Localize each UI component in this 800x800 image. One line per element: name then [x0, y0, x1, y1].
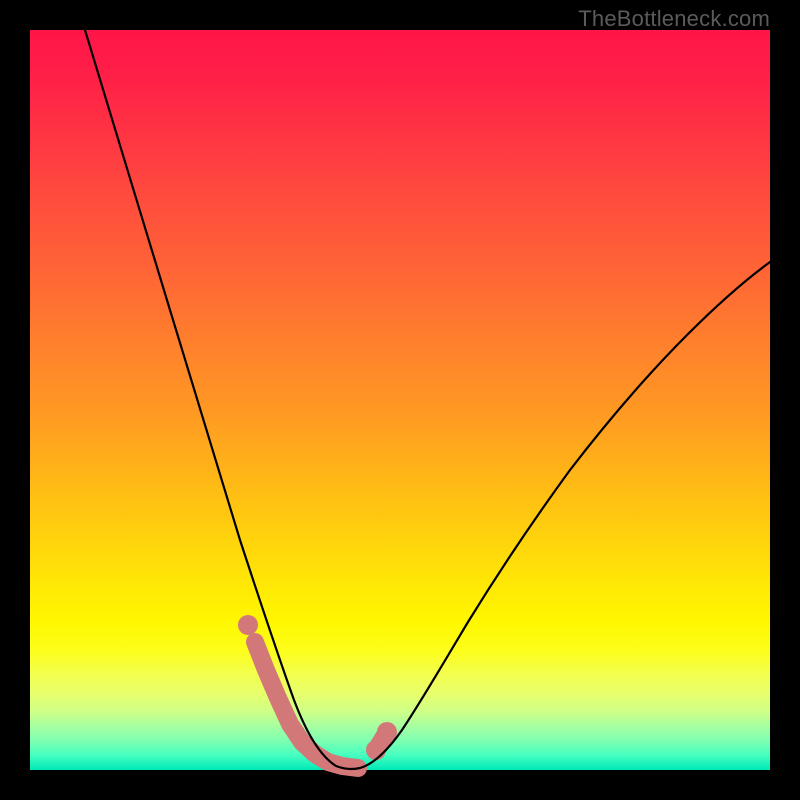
chart-svg	[30, 30, 770, 770]
watermark-text: TheBottleneck.com	[578, 6, 770, 32]
trough-highlight	[238, 615, 397, 768]
highlight-segment-right	[376, 732, 387, 750]
bottleneck-curve	[85, 30, 770, 769]
highlight-dot-left	[238, 615, 258, 635]
chart-stage: TheBottleneck.com	[0, 0, 800, 800]
highlight-segment-left	[255, 642, 358, 768]
